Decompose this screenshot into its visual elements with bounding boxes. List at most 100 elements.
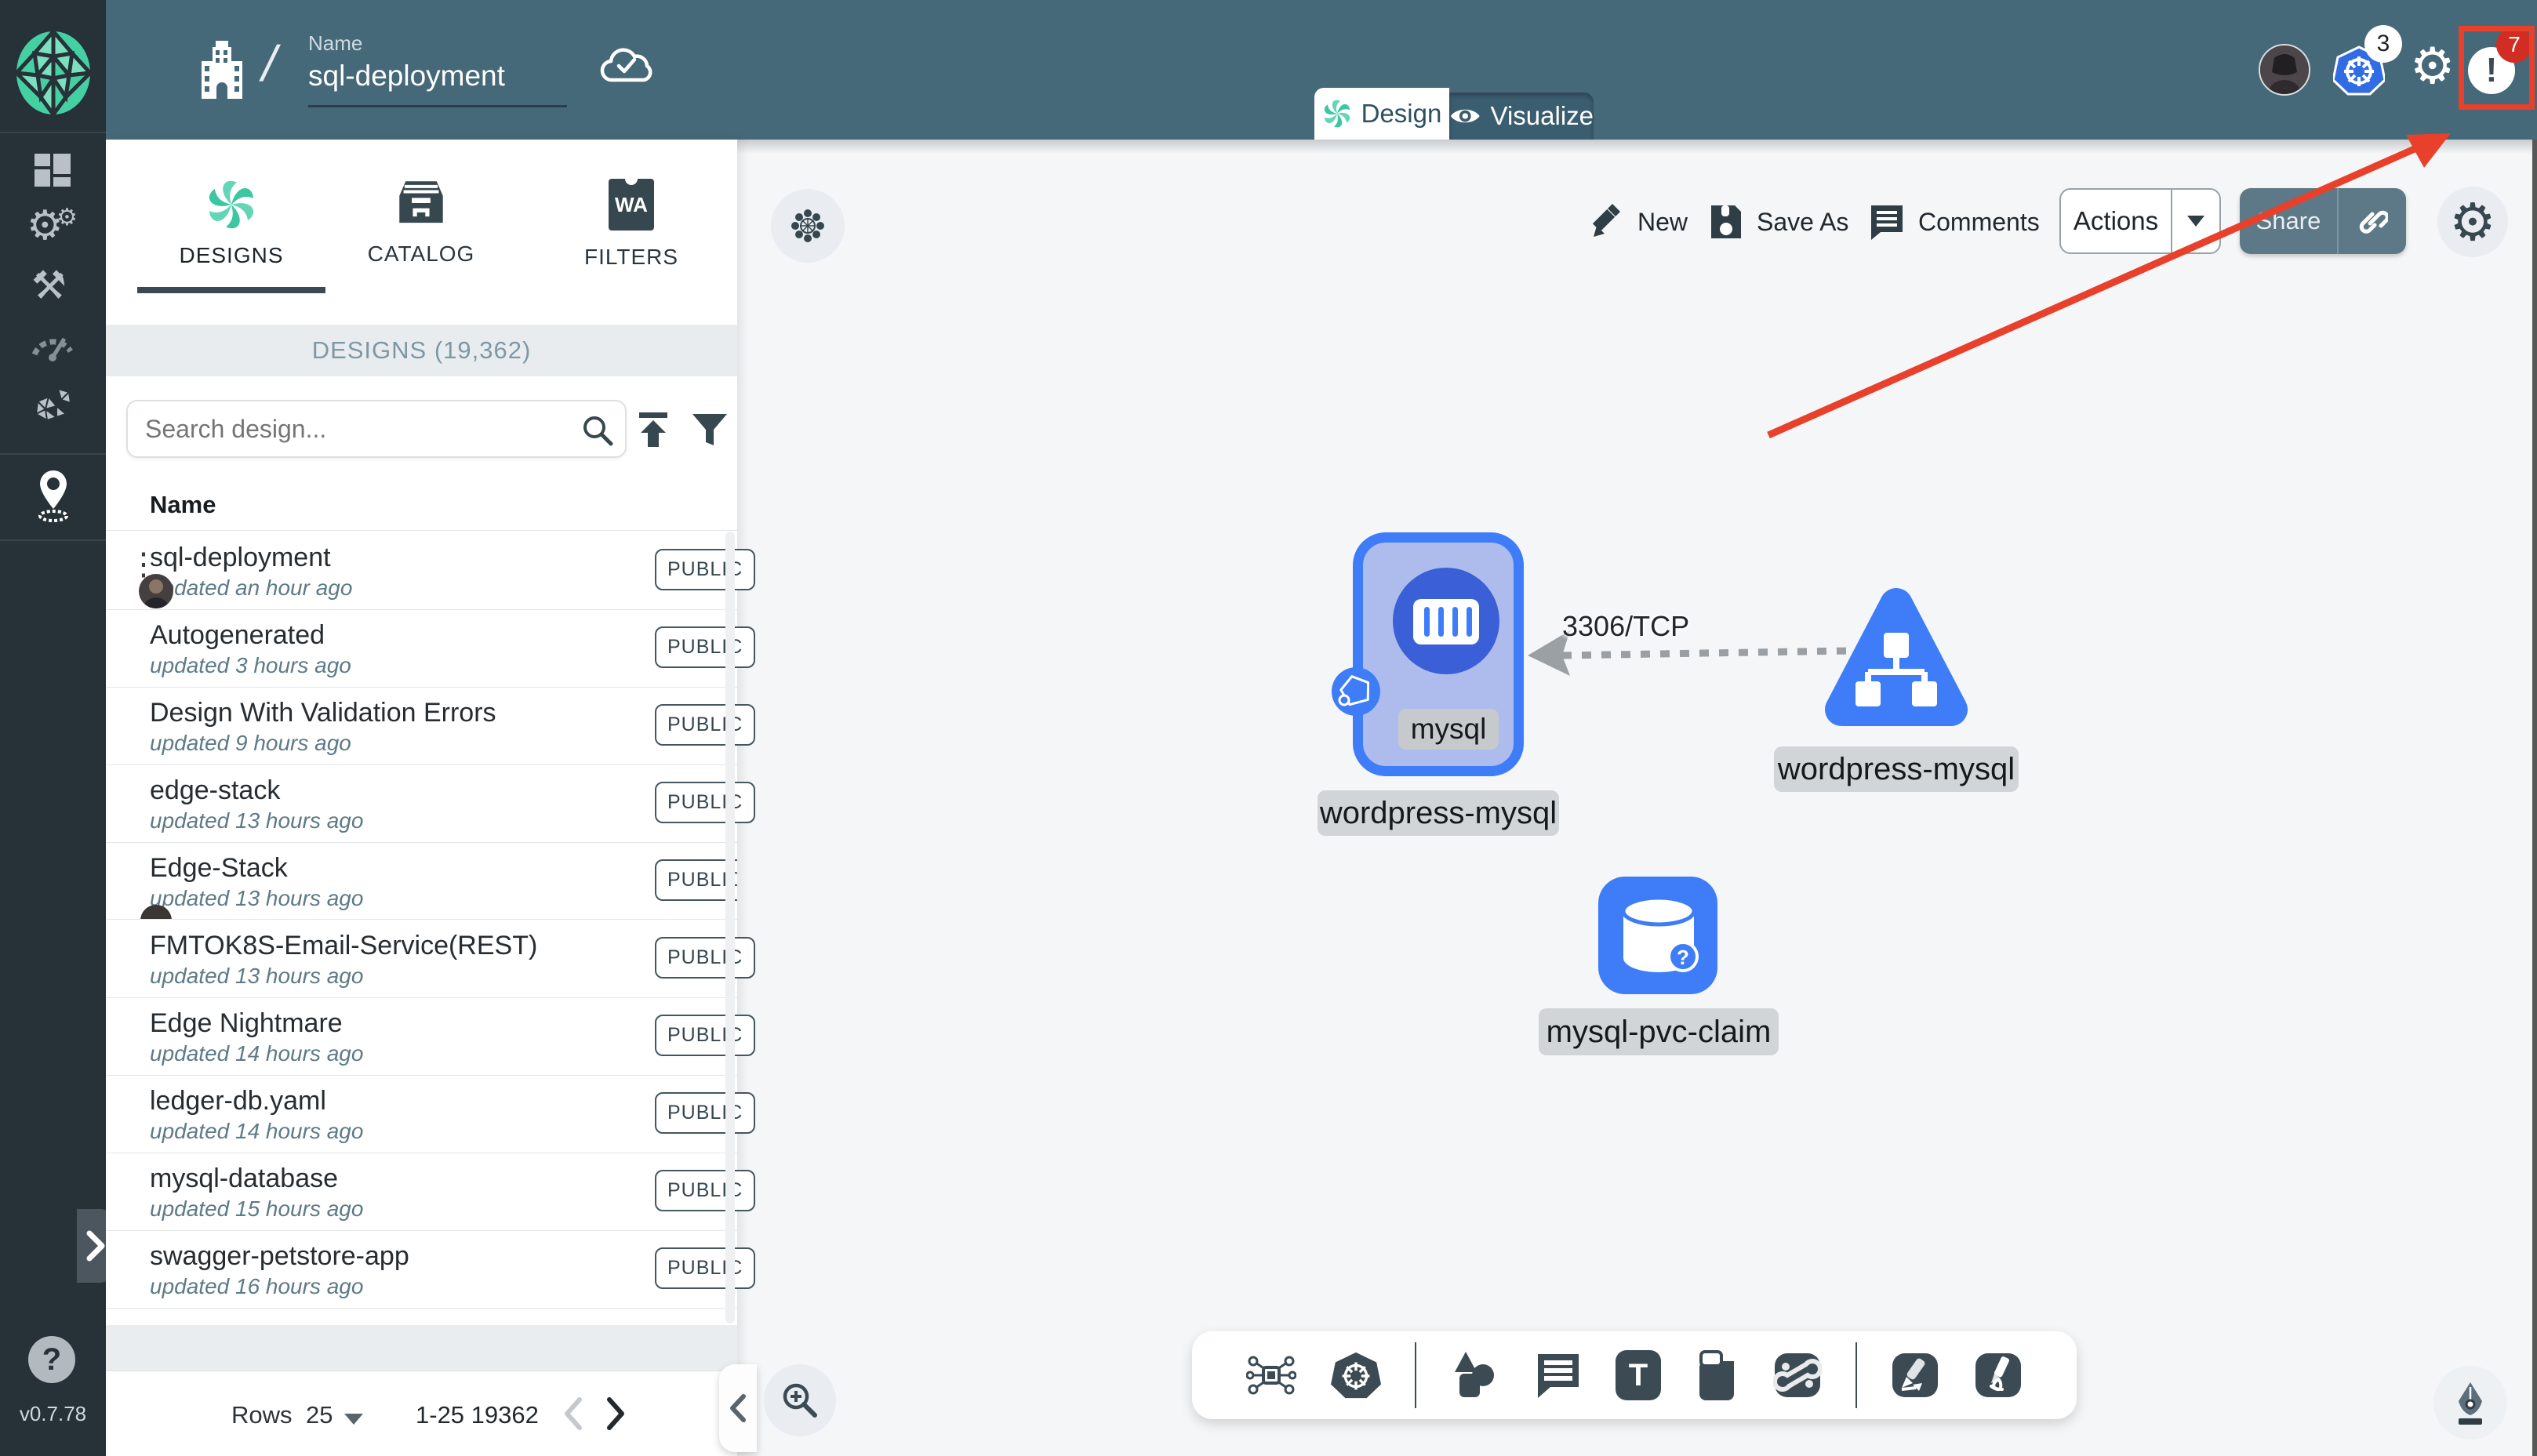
comments-button[interactable]: Comments	[1868, 202, 2040, 241]
design-name: Design With Validation Errors	[150, 698, 496, 728]
kubernetes-context-badge: 3	[2364, 25, 2402, 63]
design-row[interactable]: Autogenerated updated 3 hours ago PUBLIC	[106, 609, 756, 688]
meshery-logo[interactable]	[14, 30, 93, 116]
column-header-name[interactable]: Name	[150, 491, 216, 519]
sidebar-item-dashboard[interactable]	[31, 149, 74, 191]
relationship-tool-icon[interactable]	[1772, 1350, 1822, 1400]
design-row[interactable]: Edge-Stack updated 13 hours ago PUBLIC	[106, 842, 737, 920]
design-name: Autogenerated	[150, 620, 325, 650]
visibility-badge: PUBLIC	[655, 704, 756, 746]
design-row[interactable]: FMTOK8S-Email-Service(REST) updated 13 h…	[106, 920, 756, 998]
design-updated: updated 14 hours ago	[150, 1119, 364, 1143]
design-row[interactable]: swagger-petstore-app updated 16 hours ag…	[106, 1230, 756, 1309]
help-icon[interactable]: ?	[28, 1336, 75, 1383]
text-tool-icon[interactable]: T	[1615, 1350, 1661, 1400]
visibility-badge: PUBLIC	[655, 1247, 756, 1289]
window-right-edge	[2532, 140, 2537, 1456]
cloud-sync-icon[interactable]	[598, 44, 655, 88]
design-name: Edge Nightmare	[150, 1008, 343, 1038]
new-button[interactable]: New	[1589, 202, 1688, 241]
catalog-drawer-icon	[399, 181, 443, 223]
rows-select-caret-icon[interactable]	[343, 1411, 365, 1426]
actions-dropdown-toggle[interactable]	[2172, 190, 2219, 252]
whiteboard-pen-button[interactable]	[2433, 1366, 2507, 1440]
note-tool-icon[interactable]	[1695, 1350, 1739, 1400]
mesh-tool-button[interactable]	[771, 189, 845, 263]
design-row[interactable]: ⋮ sql-deployment updated an hour ago PUB…	[106, 532, 756, 610]
wasm-filter-icon: WA	[609, 177, 654, 231]
actions-split-button: Actions	[2059, 188, 2221, 254]
design-updated: updated 14 hours ago	[150, 1041, 364, 1066]
tab-visualize[interactable]: Visualize	[1449, 93, 1594, 140]
design-updated: updated 13 hours ago	[150, 886, 364, 910]
edge-port-label: 3306/TCP	[1562, 610, 1690, 642]
row-avatar	[139, 574, 173, 608]
visibility-badge: PUBLIC	[655, 937, 756, 979]
save-as-button[interactable]: Save As	[1708, 202, 1848, 241]
design-updated: updated 3 hours ago	[150, 653, 351, 677]
sidebar-item-lifecycle[interactable]: ⚙ ⚙	[27, 205, 78, 246]
design-updated: updated 16 hours ago	[150, 1274, 364, 1298]
mesh-icon	[791, 209, 824, 242]
tab-design[interactable]: Design	[1314, 88, 1449, 140]
comment-tool-icon[interactable]	[1535, 1351, 1582, 1400]
pen-nib-icon	[2459, 1382, 2482, 1425]
rows-label: Rows	[231, 1401, 293, 1429]
shapes-tool-icon[interactable]	[1450, 1350, 1500, 1400]
design-name: swagger-petstore-app	[150, 1241, 409, 1271]
visibility-badge: PUBLIC	[655, 1170, 756, 1211]
share-button[interactable]: Share	[2240, 188, 2337, 254]
design-updated: updated 13 hours ago	[150, 808, 364, 833]
sidebar-item-configuration[interactable]: ⚒	[31, 265, 67, 306]
user-avatar[interactable]	[2259, 44, 2310, 96]
sidebar-item-performance[interactable]	[30, 323, 75, 362]
panel-tab-filters[interactable]: WA FILTERS	[545, 177, 718, 270]
filter-funnel-icon[interactable]	[689, 409, 730, 450]
canvas-settings-button[interactable]: ⚙	[2437, 187, 2508, 257]
design-row[interactable]: ledger-db.yaml updated 14 hours ago PUBL…	[106, 1075, 756, 1153]
save-icon	[1711, 205, 1741, 238]
import-design-icon[interactable]	[633, 409, 674, 450]
design-updated: updated an hour ago	[150, 576, 353, 600]
pen-arrow-tool-icon[interactable]	[1891, 1350, 1939, 1400]
kubernetes-tool-icon[interactable]	[1330, 1350, 1381, 1400]
node-service-wordpress-mysql[interactable]	[1821, 584, 1972, 735]
node-mysql-pvc-claim[interactable]: ?	[1598, 877, 1717, 994]
design-row[interactable]: Edge Nightmare updated 14 hours ago PUBL…	[106, 997, 756, 1076]
top-header: / Name sql-deployment Design Visualize 3…	[106, 0, 2537, 140]
search-input[interactable]	[144, 406, 551, 452]
breadcrumb-separator: /	[256, 35, 283, 92]
sidebar-item-kanvas[interactable]	[31, 469, 75, 524]
panel-tab-catalog[interactable]: CATALOG	[327, 179, 515, 267]
panel-tab-designs[interactable]: DESIGNS	[137, 179, 325, 293]
node-mysql-container[interactable]: mysql	[1353, 532, 1524, 776]
toolbar-divider	[1855, 1342, 1857, 1408]
copy-link-button[interactable]	[2339, 188, 2406, 254]
rows-per-page-select[interactable]: 25	[306, 1401, 333, 1429]
mysql-pod-badge-icon[interactable]	[1331, 666, 1381, 717]
design-row[interactable]: edge-stack updated 13 hours ago PUBLIC	[106, 764, 756, 843]
sketch-pencil-tool-icon[interactable]	[1974, 1350, 2023, 1400]
visibility-badge: PUBLIC	[655, 626, 756, 668]
organization-icon[interactable]	[198, 41, 245, 102]
search-icon[interactable]	[581, 414, 614, 447]
node-pvc-label: mysql-pvc-claim	[1539, 1008, 1779, 1055]
next-page-icon[interactable]	[605, 1396, 628, 1431]
design-name-input[interactable]: sql-deployment	[308, 60, 567, 107]
panel-scrollbar[interactable]	[725, 532, 735, 1323]
toolbar-divider	[1414, 1342, 1416, 1408]
zoom-in-button[interactable]	[764, 1364, 836, 1436]
components-circuit-icon[interactable]	[1246, 1350, 1297, 1400]
design-name: FMTOK8S-Email-Service(REST)	[150, 931, 538, 960]
prev-page-icon[interactable]	[561, 1396, 584, 1431]
design-row[interactable]: mysql-database updated 15 hours ago PUBL…	[106, 1153, 756, 1231]
panel-collapse-toggle[interactable]	[719, 1364, 757, 1452]
visibility-badge: PUBLIC	[655, 549, 756, 590]
actions-button[interactable]: Actions	[2061, 190, 2171, 252]
panel-footer-gap	[106, 1325, 737, 1371]
settings-gear-icon[interactable]: ⚙	[2410, 41, 2455, 91]
sidebar-item-extensions[interactable]	[30, 383, 75, 428]
kubernetes-context-icon[interactable]: 3	[2333, 25, 2402, 96]
design-row[interactable]: Design With Validation Errors updated 9 …	[106, 687, 756, 765]
tab-visualize-label: Visualize	[1490, 101, 1594, 130]
